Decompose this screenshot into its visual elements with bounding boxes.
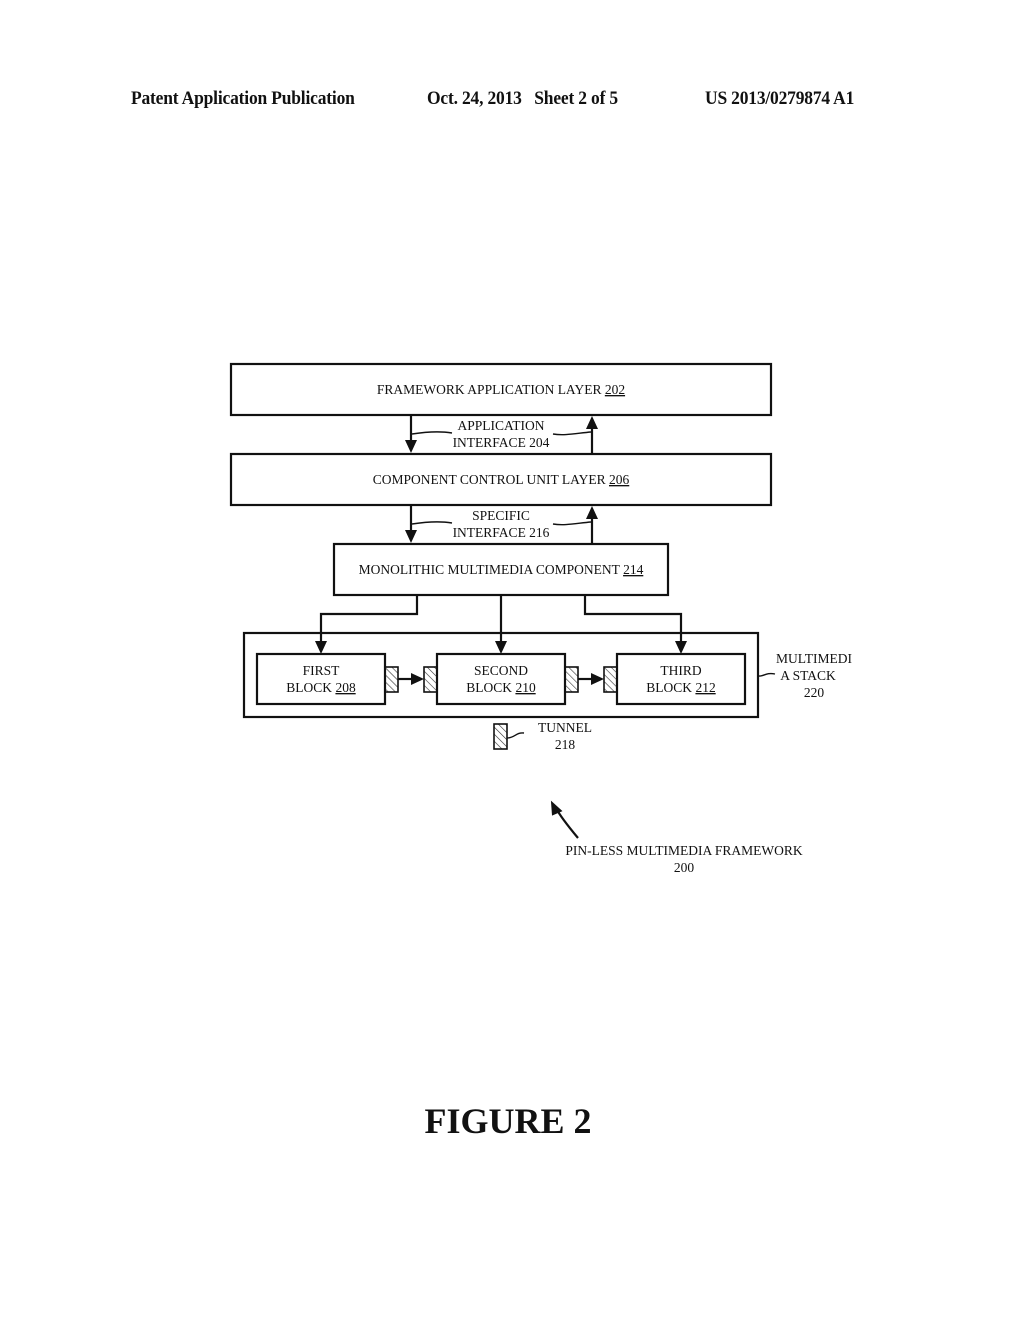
stack-line3: 220 — [804, 685, 825, 700]
first-block-ref: 208 — [335, 680, 356, 695]
third-block-box: THIRD BLOCK 212 — [615, 652, 747, 706]
svg-text:MONOLITHIC MULTIMEDIA COMPONEN: MONOLITHIC MULTIMEDIA COMPONENT 214 — [359, 562, 644, 577]
framework-line1: PIN-LESS MULTIMEDIA FRAMEWORK — [565, 843, 803, 858]
monolithic-ref: 214 — [623, 562, 644, 577]
tunnel-pad-icon — [564, 666, 579, 693]
tunnel-pad-icon — [423, 666, 438, 693]
down-arrow-icon — [675, 641, 687, 654]
component-to-block-connectors — [315, 595, 687, 654]
application-interface-connector: APPLICATION INTERFACE 204 — [405, 415, 598, 454]
second-block-box: SECOND BLOCK 210 — [435, 652, 567, 706]
svg-text:FRAMEWORK APPLICATION LAYER 20: FRAMEWORK APPLICATION LAYER 202 — [377, 382, 625, 397]
specific-interface-line2: INTERFACE 216 — [453, 525, 550, 540]
specific-interface-connector: SPECIFIC INTERFACE 216 — [405, 505, 598, 544]
third-block-line2: BLOCK — [646, 680, 695, 695]
svg-text:COMPONENT CONTROL UNIT LAYER 2: COMPONENT CONTROL UNIT LAYER 206 — [373, 472, 630, 487]
right-arrow-icon — [591, 673, 604, 685]
right-arrow-icon — [411, 673, 424, 685]
stack-line2: A STACK — [780, 668, 836, 683]
svg-text:BLOCK 210: BLOCK 210 — [466, 680, 536, 695]
figure-label: FIGURE 2 — [424, 1101, 592, 1141]
second-block-line2: BLOCK — [466, 680, 515, 695]
third-block-line1: THIRD — [660, 663, 701, 678]
second-block-line1: SECOND — [474, 663, 528, 678]
down-arrow-icon — [495, 641, 507, 654]
framework-layer-ref: 202 — [605, 382, 625, 397]
down-arrow-icon — [315, 641, 327, 654]
monolithic-label: MONOLITHIC MULTIMEDIA COMPONENT — [359, 562, 623, 577]
specific-interface-line1: SPECIFIC — [472, 508, 530, 523]
framework-application-layer-box: FRAMEWORK APPLICATION LAYER 202 — [229, 362, 773, 417]
first-block-box: FIRST BLOCK 208 — [255, 652, 387, 706]
tunnel-line2: 218 — [555, 737, 576, 752]
tunnel-pad-icon — [603, 666, 618, 693]
tunnel-legend: TUNNEL 218 — [493, 720, 592, 752]
tunnel-pad-icon — [493, 723, 508, 750]
control-layer-label: COMPONENT CONTROL UNIT LAYER — [373, 472, 609, 487]
application-interface-line2: INTERFACE 204 — [453, 435, 550, 450]
second-block-ref: 210 — [515, 680, 536, 695]
tunnel-line1: TUNNEL — [538, 720, 592, 735]
stack-line1: MULTIMEDI — [776, 651, 853, 666]
control-layer-ref: 206 — [609, 472, 630, 487]
multimedia-stack-label: MULTIMEDI A STACK 220 — [757, 651, 853, 700]
third-block-ref: 212 — [695, 680, 715, 695]
application-interface-line1: APPLICATION — [457, 418, 544, 433]
monolithic-multimedia-component-box: MONOLITHIC MULTIMEDIA COMPONENT 214 — [332, 542, 670, 597]
first-block-line1: FIRST — [303, 663, 341, 678]
svg-text:BLOCK 212: BLOCK 212 — [646, 680, 715, 695]
component-control-unit-layer-box: COMPONENT CONTROL UNIT LAYER 206 — [229, 452, 773, 507]
svg-text:BLOCK 208: BLOCK 208 — [286, 680, 356, 695]
first-block-line2: BLOCK — [286, 680, 335, 695]
tunnel-pad-icon — [384, 666, 399, 693]
framework-line2: 200 — [674, 860, 695, 875]
framework-reference: PIN-LESS MULTIMEDIA FRAMEWORK 200 — [550, 800, 803, 875]
framework-layer-label: FRAMEWORK APPLICATION LAYER — [377, 382, 605, 397]
